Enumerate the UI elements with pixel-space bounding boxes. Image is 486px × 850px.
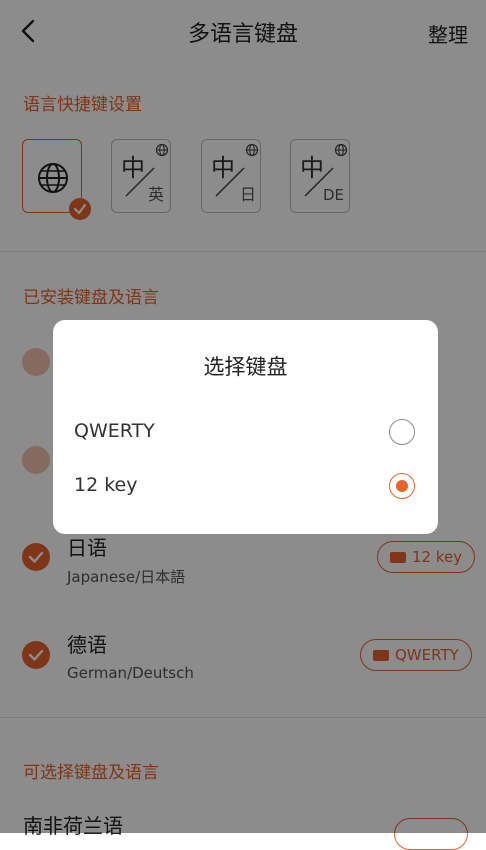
option-12-key[interactable]: 12 key <box>53 461 438 513</box>
option-qwerty[interactable]: QWERTY <box>53 407 438 459</box>
dialog-title: 选择键盘 <box>203 355 288 379</box>
option-label: QWERTY <box>74 420 155 442</box>
option-label: 12 key <box>74 474 138 496</box>
radio-checked-icon[interactable] <box>389 473 415 499</box>
select-keyboard-dialog: 选择键盘 QWERTY 12 key <box>53 320 438 534</box>
radio-unchecked-icon[interactable] <box>389 419 415 445</box>
